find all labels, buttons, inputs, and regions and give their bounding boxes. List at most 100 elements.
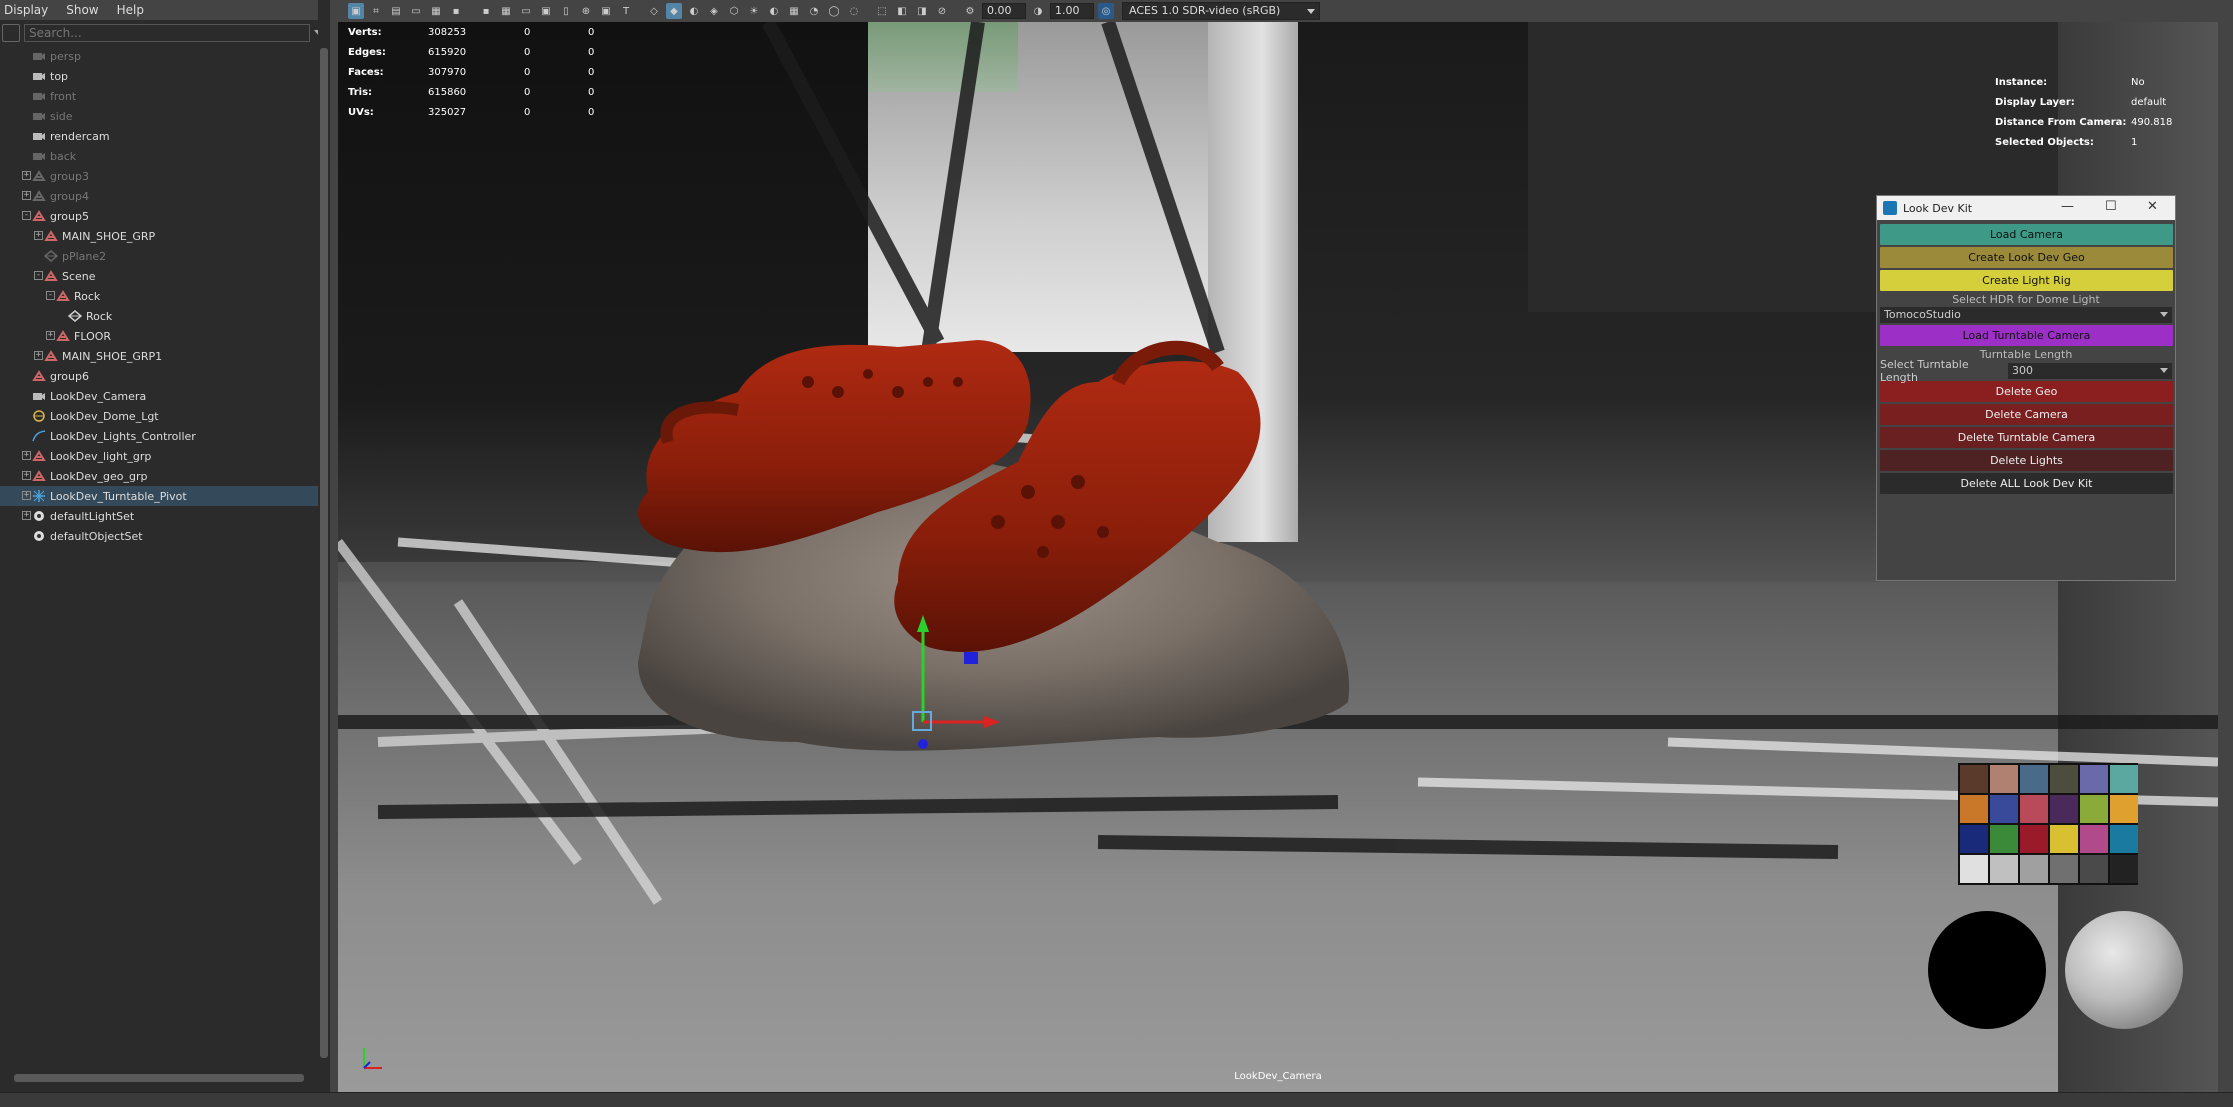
grease-pencil-icon[interactable]: ▪ (448, 3, 464, 19)
collapse-icon[interactable]: - (34, 271, 43, 280)
grid-icon[interactable]: ▦ (498, 3, 514, 19)
collapse-icon[interactable]: - (46, 291, 55, 300)
xray-active-icon[interactable]: ◨ (914, 3, 930, 19)
gate-mask-icon[interactable]: ▯ (558, 3, 574, 19)
outliner-horizontal-scrollbar[interactable] (0, 1072, 318, 1084)
outliner-item[interactable]: + MAIN_SHOE_GRP1 (0, 346, 318, 366)
menu-help[interactable]: Help (117, 3, 144, 17)
filter-icon[interactable] (2, 24, 20, 42)
outliner-item[interactable]: defaultObjectSet (0, 526, 318, 546)
anti-aliasing-icon[interactable]: ◯ (826, 3, 842, 19)
outliner-item[interactable]: - Scene (0, 266, 318, 286)
expand-icon[interactable]: + (22, 471, 31, 480)
exposure-field[interactable]: 0.00 (982, 3, 1026, 19)
scrollbar-thumb[interactable] (320, 48, 328, 1058)
exposure-icon[interactable]: ⚙ (962, 3, 978, 19)
outliner-item[interactable]: front (0, 86, 318, 106)
xray-icon[interactable]: ◧ (894, 3, 910, 19)
delete-turntable-camera-button[interactable]: Delete Turntable Camera (1880, 427, 2173, 448)
expand-icon[interactable]: + (34, 231, 43, 240)
select-camera-icon[interactable]: ▣ (348, 3, 364, 19)
outliner-item[interactable]: back (0, 146, 318, 166)
outliner-item[interactable]: + LookDev_light_grp (0, 446, 318, 466)
close-icon[interactable]: ✕ (2147, 199, 2158, 214)
hdr-label: Select HDR for Dome Light (1952, 293, 2100, 306)
textured-icon[interactable]: ⬡ (726, 3, 742, 19)
hdr-dropdown[interactable]: TomocoStudio (1880, 307, 2172, 323)
create-light-rig-button[interactable]: Create Light Rig (1880, 270, 2173, 291)
outliner-vertical-scrollbar[interactable] (318, 0, 330, 1092)
film-gate-icon[interactable]: ▭ (518, 3, 534, 19)
ldk-titlebar[interactable]: Look Dev Kit — ☐ ✕ (1877, 196, 2175, 220)
expand-icon[interactable]: + (46, 331, 55, 340)
default-material-icon[interactable]: ◐ (686, 3, 702, 19)
panel-separator[interactable] (330, 0, 338, 1092)
maximize-icon[interactable]: ☐ (2105, 199, 2117, 214)
outliner-item[interactable]: + group3 (0, 166, 318, 186)
two-d-pan-icon[interactable]: ▦ (428, 3, 444, 19)
search-input[interactable] (24, 24, 310, 42)
turntable-length-dropdown[interactable]: 300 (2008, 363, 2172, 379)
expand-icon[interactable]: + (22, 171, 31, 180)
outliner-item[interactable]: Rock (0, 306, 318, 326)
scrollbar-thumb[interactable] (14, 1074, 304, 1082)
outliner-item[interactable]: + defaultLightSet (0, 506, 318, 526)
smooth-shade-icon[interactable]: ◆ (666, 3, 682, 19)
hdr-value: TomocoStudio (1884, 308, 1961, 321)
outliner-item[interactable]: side (0, 106, 318, 126)
xray-joints-icon[interactable]: ⊘ (934, 3, 950, 19)
outliner-item[interactable]: LookDev_Lights_Controller (0, 426, 318, 446)
menu-display[interactable]: Display (4, 3, 48, 17)
bookmark-icon[interactable]: ▤ (388, 3, 404, 19)
minimize-icon[interactable]: — (2061, 199, 2074, 214)
outliner-item[interactable]: top (0, 66, 318, 86)
expand-icon[interactable]: + (22, 451, 31, 460)
outliner-item[interactable]: - group5 (0, 206, 318, 226)
expand-icon[interactable]: + (22, 191, 31, 200)
gamma-field[interactable]: 1.00 (1050, 3, 1094, 19)
field-chart-icon[interactable]: ⊕ (578, 3, 594, 19)
shadows-icon[interactable]: ◐ (766, 3, 782, 19)
safe-action-icon[interactable]: ▣ (598, 3, 614, 19)
wireframe-icon[interactable]: ◇ (646, 3, 662, 19)
camera-attributes-icon[interactable]: ⌗ (368, 3, 384, 19)
menu-show[interactable]: Show (66, 3, 98, 17)
gamma-icon[interactable]: ◑ (1030, 3, 1046, 19)
load-camera-button[interactable]: Load Camera (1880, 224, 2173, 245)
use-all-lights-icon[interactable]: ☀ (746, 3, 762, 19)
expand-icon[interactable]: + (22, 511, 31, 520)
color-management-icon[interactable]: ◎ (1098, 3, 1114, 19)
outliner-item[interactable]: + FLOOR (0, 326, 318, 346)
expand-icon[interactable]: + (22, 491, 31, 500)
outliner-item[interactable]: + group4 (0, 186, 318, 206)
expand-icon[interactable]: + (34, 351, 43, 360)
outliner-item[interactable]: + LookDev_Turntable_Pivot (0, 486, 318, 506)
create-look-dev-geo-button[interactable]: Create Look Dev Geo (1880, 247, 2173, 268)
safe-title-icon[interactable]: T (618, 3, 634, 19)
outliner-item[interactable]: + MAIN_SHOE_GRP (0, 226, 318, 246)
camera-icon[interactable]: ▪ (478, 3, 494, 19)
ambient-occlusion-icon[interactable]: ▦ (786, 3, 802, 19)
outliner-item[interactable]: persp (0, 46, 318, 66)
outliner-item[interactable]: - Rock (0, 286, 318, 306)
outliner-item[interactable]: group6 (0, 366, 318, 386)
outliner-item[interactable]: LookDev_Camera (0, 386, 318, 406)
wireframe-on-shaded-icon[interactable]: ◈ (706, 3, 722, 19)
delete-lights-button[interactable]: Delete Lights (1880, 450, 2173, 471)
depth-of-field-icon[interactable]: ◌ (846, 3, 862, 19)
colorspace-dropdown[interactable]: ACES 1.0 SDR-video (sRGB) (1122, 2, 1320, 20)
outliner-item[interactable]: LookDev_Dome_Lgt (0, 406, 318, 426)
motion-blur-icon[interactable]: ◔ (806, 3, 822, 19)
collapse-icon[interactable]: - (22, 211, 31, 220)
resolution-gate-icon[interactable]: ▣ (538, 3, 554, 19)
black-reference-sphere (1928, 911, 2046, 1029)
delete-geo-button[interactable]: Delete Geo (1880, 381, 2173, 402)
delete-all-look-dev-kit-button[interactable]: Delete ALL Look Dev Kit (1880, 473, 2173, 494)
outliner-item[interactable]: rendercam (0, 126, 318, 146)
load-turntable-camera-button[interactable]: Load Turntable Camera (1880, 325, 2173, 346)
outliner-item[interactable]: pPlane2 (0, 246, 318, 266)
image-plane-icon[interactable]: ▭ (408, 3, 424, 19)
delete-camera-button[interactable]: Delete Camera (1880, 404, 2173, 425)
isolate-select-icon[interactable]: ⬚ (874, 3, 890, 19)
outliner-item[interactable]: + LookDev_geo_grp (0, 466, 318, 486)
